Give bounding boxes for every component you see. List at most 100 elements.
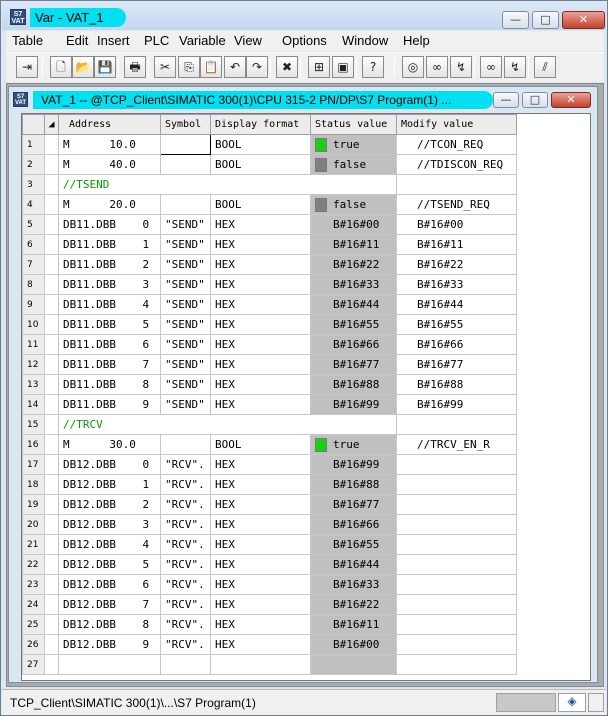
copy-icon[interactable]: ⎘ xyxy=(178,56,200,78)
modify-value-cell[interactable]: //TCON_REQ xyxy=(396,134,517,155)
display-format-cell[interactable]: HEX xyxy=(210,574,311,595)
comment-cell[interactable]: //TSEND xyxy=(58,174,397,195)
undo-icon[interactable]: ↶ xyxy=(224,56,246,78)
display-format-cell[interactable]: BOOL xyxy=(210,194,311,215)
new-icon[interactable]: 🗋 xyxy=(50,56,72,78)
symbol-cell[interactable]: "RCV". xyxy=(160,574,211,595)
symbol-cell[interactable] xyxy=(160,154,211,175)
row-number[interactable]: 1 xyxy=(22,134,45,155)
vat-app-icon[interactable]: S7 VAT xyxy=(10,9,26,25)
table-row[interactable]: 18 DB12.DBB 1 "RCV". HEX B#16#88 xyxy=(22,474,517,495)
row-number[interactable]: 7 xyxy=(22,254,45,275)
monitor-icon[interactable]: ◎ xyxy=(402,56,424,78)
column-header-symbol[interactable]: Symbol xyxy=(160,114,211,135)
table-row[interactable]: 5 DB11.DBB 0 "SEND" HEX B#16#00 B#16#00 xyxy=(22,214,517,235)
table-row[interactable]: 9 DB11.DBB 4 "SEND" HEX B#16#44 B#16#44 xyxy=(22,294,517,315)
row-number[interactable]: 12 xyxy=(22,354,45,375)
address-cell[interactable]: DB11.DBB 4 xyxy=(58,294,161,315)
table-row[interactable]: 20 DB12.DBB 3 "RCV". HEX B#16#66 xyxy=(22,514,517,535)
modify-value-cell[interactable]: //TSEND_REQ xyxy=(396,194,517,215)
table-row[interactable]: 10 DB11.DBB 5 "SEND" HEX B#16#55 B#16#55 xyxy=(22,314,517,335)
symbol-cell[interactable]: "RCV". xyxy=(160,534,211,555)
row-number[interactable]: 25 xyxy=(22,614,45,635)
table-row[interactable]: 14 DB11.DBB 9 "SEND" HEX B#16#99 B#16#99 xyxy=(22,394,517,415)
modify-value-cell[interactable]: B#16#11 xyxy=(396,234,517,255)
select-all-icon[interactable]: ◢ xyxy=(44,114,59,135)
row-number[interactable]: 5 xyxy=(22,214,45,235)
modify-value-cell[interactable]: B#16#55 xyxy=(396,314,517,335)
symbol-cell[interactable]: "RCV". xyxy=(160,514,211,535)
modify-value-cell[interactable] xyxy=(396,634,517,655)
row-number[interactable]: 19 xyxy=(22,494,45,515)
modify-trigger-icon[interactable]: ↯ xyxy=(504,56,526,78)
symbol-cell[interactable]: "SEND" xyxy=(160,354,211,375)
row-number[interactable]: 24 xyxy=(22,594,45,615)
table-row[interactable]: 16 M 30.0 BOOL true //TRCV_EN_R xyxy=(22,434,517,455)
menu-variable[interactable]: Variable xyxy=(179,33,226,48)
symbol-cell[interactable]: "SEND" xyxy=(160,234,211,255)
display-format-cell[interactable]: HEX xyxy=(210,634,311,655)
row-number[interactable]: 3 xyxy=(22,174,45,195)
modify-value-cell[interactable] xyxy=(396,554,517,575)
symbol-cell[interactable]: "SEND" xyxy=(160,254,211,275)
table-row[interactable]: 27 xyxy=(22,654,517,675)
menu-help[interactable]: Help xyxy=(403,33,430,48)
address-cell[interactable]: DB12.DBB 6 xyxy=(58,574,161,595)
symbol-cell[interactable] xyxy=(160,654,211,675)
table-row[interactable]: 13 DB11.DBB 8 "SEND" HEX B#16#88 B#16#88 xyxy=(22,374,517,395)
display-format-cell[interactable]: HEX xyxy=(210,254,311,275)
table-row[interactable]: 21 DB12.DBB 4 "RCV". HEX B#16#55 xyxy=(22,534,517,555)
table-row[interactable]: 26 DB12.DBB 9 "RCV". HEX B#16#00 xyxy=(22,634,517,655)
row-number[interactable]: 22 xyxy=(22,554,45,575)
row-number[interactable]: 20 xyxy=(22,514,45,535)
modify-value-cell[interactable]: B#16#00 xyxy=(396,214,517,235)
symbol-cell[interactable]: "RCV". xyxy=(160,494,211,515)
row-number[interactable]: 16 xyxy=(22,434,45,455)
display-format-cell[interactable]: HEX xyxy=(210,394,311,415)
display-format-cell[interactable]: HEX xyxy=(210,494,311,515)
display-format-cell[interactable]: HEX xyxy=(210,214,311,235)
variable-table[interactable]: ◢ Address Symbol Display format Status v… xyxy=(21,113,591,681)
symbol-cell[interactable] xyxy=(160,134,211,155)
activate-icon[interactable]: ⫽ xyxy=(534,56,556,78)
symbol-cell[interactable]: "SEND" xyxy=(160,214,211,235)
display-format-cell[interactable] xyxy=(210,654,311,675)
table-row[interactable]: 24 DB12.DBB 7 "RCV". HEX B#16#22 xyxy=(22,594,517,615)
display-format-cell[interactable]: HEX xyxy=(210,374,311,395)
table-row[interactable]: 17 DB12.DBB 0 "RCV". HEX B#16#99 xyxy=(22,454,517,475)
modify-value-cell[interactable]: B#16#44 xyxy=(396,294,517,315)
resize-grip[interactable] xyxy=(588,693,604,712)
row-number[interactable]: 9 xyxy=(22,294,45,315)
insert-row-icon[interactable]: ⇥ xyxy=(16,56,38,78)
maximize-button[interactable]: □ xyxy=(532,11,559,29)
display-format-cell[interactable]: HEX xyxy=(210,354,311,375)
modify-value-cell[interactable] xyxy=(396,474,517,495)
modify-value-cell[interactable] xyxy=(396,594,517,615)
modify-value-cell[interactable]: B#16#66 xyxy=(396,334,517,355)
row-number[interactable]: 18 xyxy=(22,474,45,495)
display-format-cell[interactable]: BOOL xyxy=(210,434,311,455)
symbol-cell[interactable]: "SEND" xyxy=(160,274,211,295)
child-title-bar[interactable]: S7 VAT VAT_1 -- @TCP_Client\SIMATIC 300(1… xyxy=(9,87,597,112)
display-format-cell[interactable]: HEX xyxy=(210,594,311,615)
child-maximize-button[interactable]: □ xyxy=(522,92,548,108)
address-cell[interactable]: DB12.DBB 9 xyxy=(58,634,161,655)
address-cell[interactable]: DB12.DBB 0 xyxy=(58,454,161,475)
save-icon[interactable]: 💾 xyxy=(94,56,116,78)
row-number[interactable]: 15 xyxy=(22,414,45,435)
display-format-cell[interactable]: HEX xyxy=(210,234,311,255)
symbol-cell[interactable]: "SEND" xyxy=(160,294,211,315)
column-header-status-value[interactable]: Status value xyxy=(310,114,397,135)
modify-value-cell[interactable]: B#16#88 xyxy=(396,374,517,395)
display-format-cell[interactable]: HEX xyxy=(210,614,311,635)
symbol-cell[interactable]: "SEND" xyxy=(160,394,211,415)
menu-window[interactable]: Window xyxy=(342,33,388,48)
cut-icon[interactable]: ✂ xyxy=(154,56,176,78)
modify-value-cell[interactable] xyxy=(396,574,517,595)
address-cell[interactable]: M 20.0 xyxy=(58,194,161,215)
monitor-var-icon[interactable]: ∞ xyxy=(426,56,448,78)
table-row[interactable]: 11 DB11.DBB 6 "SEND" HEX B#16#66 B#16#66 xyxy=(22,334,517,355)
symbol-cell[interactable]: "SEND" xyxy=(160,314,211,335)
address-cell[interactable]: DB12.DBB 4 xyxy=(58,534,161,555)
address-cell[interactable]: DB11.DBB 0 xyxy=(58,214,161,235)
